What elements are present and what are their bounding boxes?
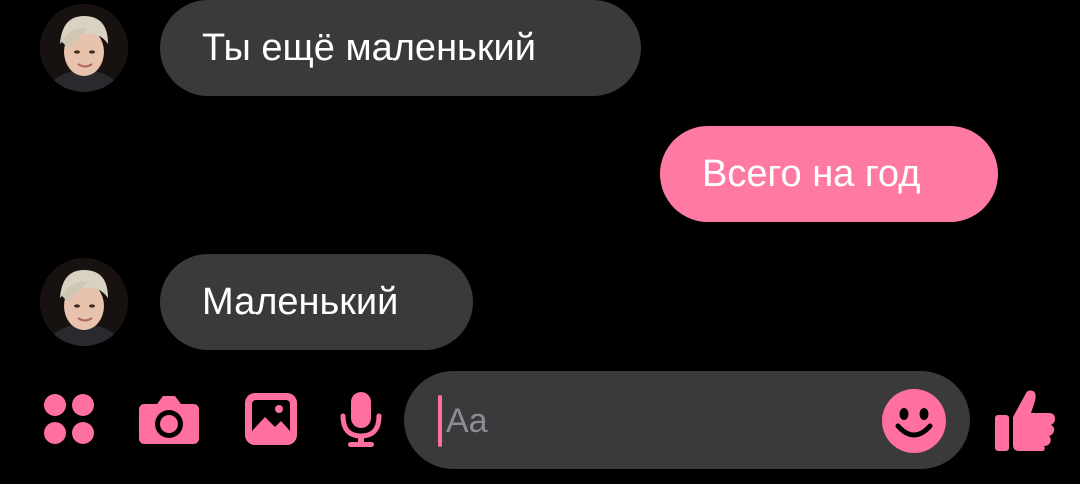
message-input[interactable] (446, 395, 866, 447)
incoming-message-bubble[interactable]: Маленький (160, 254, 473, 350)
more-actions-icon[interactable] (40, 390, 98, 448)
emoji-icon[interactable] (880, 387, 948, 455)
camera-icon[interactable] (136, 392, 202, 448)
text-caret (438, 395, 442, 447)
thumbs-up-icon[interactable] (992, 386, 1058, 454)
contact-avatar[interactable] (40, 4, 128, 92)
outgoing-message-bubble[interactable]: Всего на год (660, 126, 998, 222)
contact-avatar[interactable] (40, 258, 128, 346)
microphone-icon[interactable] (336, 390, 386, 448)
message-input-box[interactable] (404, 371, 970, 469)
gallery-icon[interactable] (242, 390, 300, 448)
incoming-message-bubble[interactable]: Ты ещё маленький (160, 0, 641, 96)
message-text: Маленький (202, 281, 399, 323)
message-text: Ты ещё маленький (202, 27, 536, 69)
message-text: Всего на год (702, 153, 921, 195)
